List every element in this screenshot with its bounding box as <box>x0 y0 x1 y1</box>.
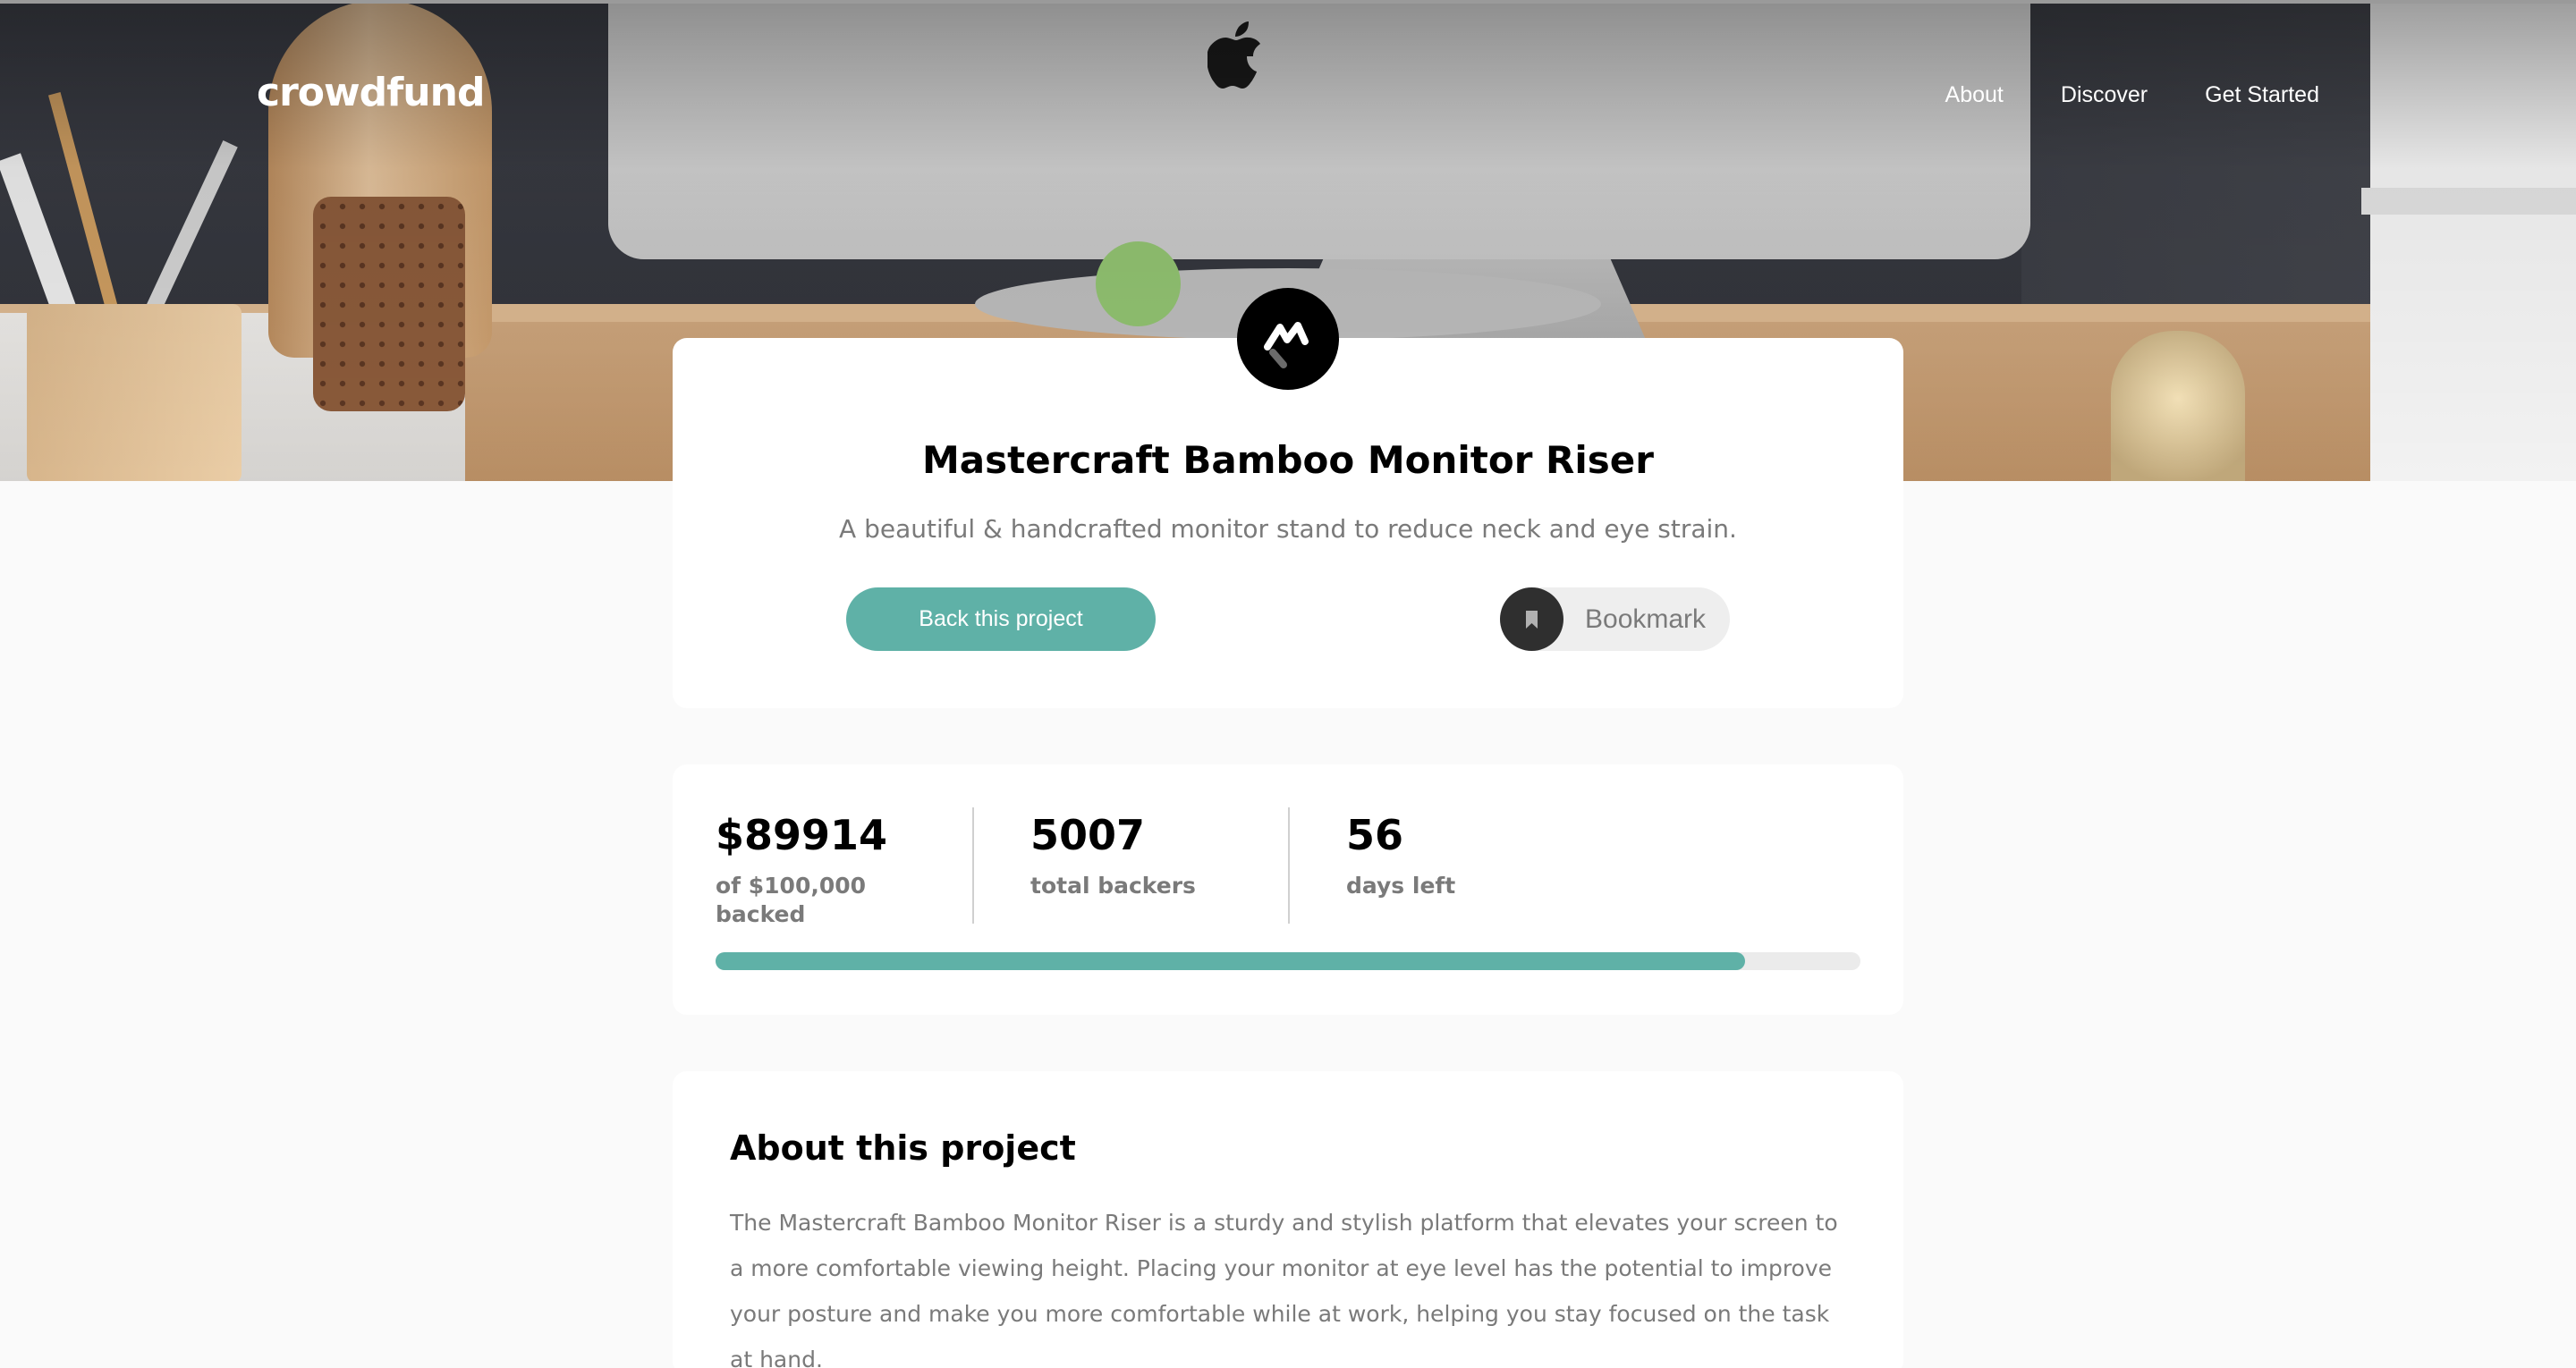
nav-about[interactable]: About <box>1945 82 2004 108</box>
project-card: Mastercraft Bamboo Monitor Riser A beaut… <box>673 338 1903 708</box>
main-nav: About Discover Get Started <box>1945 82 2319 108</box>
bookmark-icon <box>1526 611 1538 629</box>
stat-divider <box>1288 807 1290 924</box>
mastercraft-logo-icon <box>1237 288 1339 390</box>
backed-label: of $100,000 backed <box>716 873 867 927</box>
days-label: days left <box>1346 873 1456 899</box>
stat-days: 56 days left <box>1346 811 1455 900</box>
bookmark-label: Bookmark <box>1585 604 1707 634</box>
hero-topline <box>0 0 2576 4</box>
stat-backers: 5007 total backers <box>1030 811 1196 900</box>
stat-divider <box>972 807 974 924</box>
progress-bar <box>716 952 1860 970</box>
back-project-button[interactable]: Back this project <box>846 587 1156 651</box>
stats-card: $89914 of $100,000 backed 5007 total bac… <box>673 764 1903 1015</box>
bookmark-button[interactable]: Bookmark <box>1500 587 1730 651</box>
days-count: 56 <box>1346 811 1404 859</box>
about-title: About this project <box>730 1128 1076 1168</box>
nav-discover[interactable]: Discover <box>2061 82 2148 108</box>
bookmark-circle <box>1500 587 1563 651</box>
about-card: About this project The Mastercraft Bambo… <box>673 1071 1903 1368</box>
backers-label: total backers <box>1030 873 1196 899</box>
project-subtitle: A beautiful & handcrafted monitor stand … <box>839 514 1737 544</box>
nav-get-started[interactable]: Get Started <box>2205 82 2319 108</box>
backers-count: 5007 <box>1030 811 1146 859</box>
about-text: The Mastercraft Bamboo Monitor Riser is … <box>730 1210 1838 1368</box>
crowdfund-logo[interactable]: crowdfund <box>257 70 485 115</box>
progress-fill <box>716 952 1745 970</box>
stat-backed: $89914 of $100,000 backed <box>716 811 887 929</box>
page-title: Mastercraft Bamboo Monitor Riser <box>922 438 1654 482</box>
backed-amount: $89914 <box>716 811 888 859</box>
